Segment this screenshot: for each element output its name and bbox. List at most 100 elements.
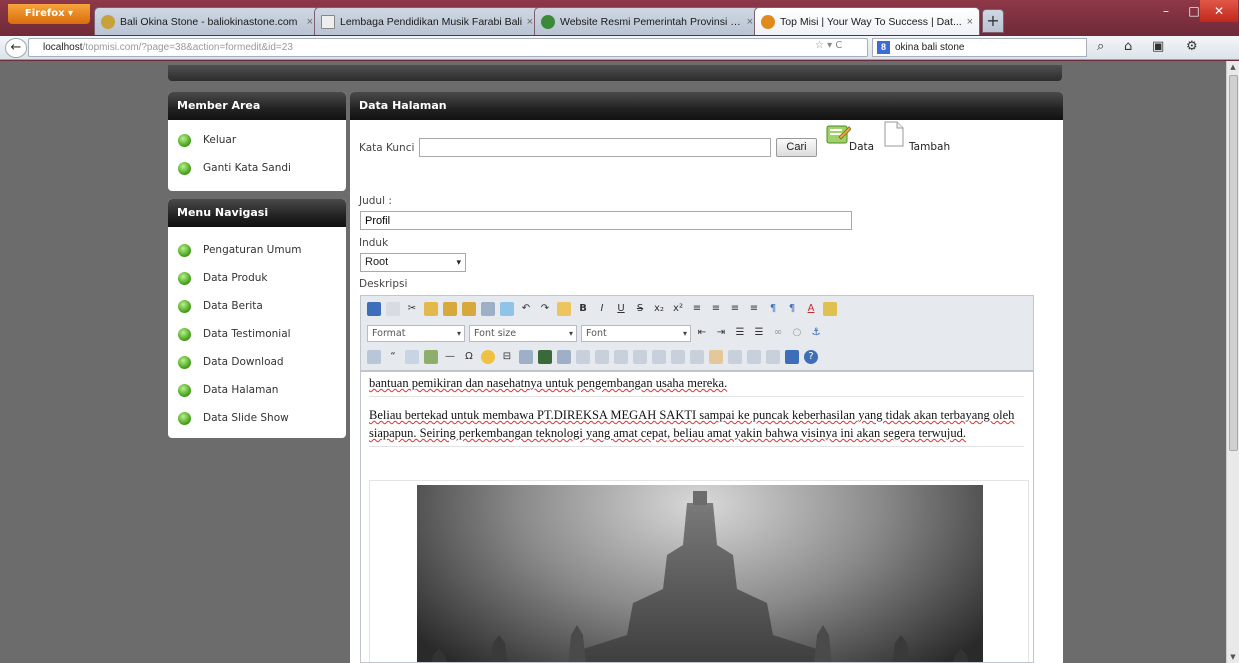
link-icon[interactable]: ∞ <box>771 326 785 340</box>
radio-icon[interactable] <box>576 350 590 364</box>
sidebar-item-data-download[interactable]: Data Download <box>178 348 346 376</box>
redo-icon[interactable]: ↷ <box>538 302 552 316</box>
copy-icon[interactable] <box>424 302 438 316</box>
blockquote-icon[interactable]: “ <box>386 350 400 364</box>
outdent-icon[interactable]: ⇤ <box>695 326 709 340</box>
align-center-icon[interactable]: ≡ <box>709 302 723 316</box>
search-engine-icon[interactable]: 8 <box>877 41 890 54</box>
flash-icon[interactable] <box>405 350 419 364</box>
browser-tab[interactable]: Website Resmi Pemerintah Provinsi B... × <box>534 7 760 35</box>
select-all-icon[interactable] <box>709 350 723 364</box>
source-icon[interactable] <box>785 350 799 364</box>
templates-icon[interactable] <box>747 350 761 364</box>
maximize-editor-icon[interactable] <box>766 350 780 364</box>
bookmarks-icon[interactable]: ▣ <box>1152 39 1164 54</box>
tambah-page-icon[interactable] <box>884 121 904 147</box>
sidebar-item-data-berita[interactable]: Data Berita <box>178 292 346 320</box>
font-size-select[interactable]: Font size <box>469 324 577 342</box>
back-arrow-icon[interactable]: ← <box>5 38 27 58</box>
textarea-icon[interactable] <box>614 350 628 364</box>
horizontal-rule-icon[interactable]: — <box>443 350 457 364</box>
select-field-icon[interactable] <box>633 350 647 364</box>
page-break-icon[interactable]: ⊟ <box>500 350 514 364</box>
scrollbar-thumb[interactable] <box>1229 75 1238 451</box>
spellcheck-icon[interactable] <box>500 302 514 316</box>
induk-select[interactable]: Root ▾ <box>360 253 466 272</box>
search-bar[interactable]: 8 okina bali stone <box>872 38 1087 57</box>
close-window-icon[interactable]: ✕ <box>1200 0 1238 22</box>
special-char-icon[interactable]: Ω <box>462 350 476 364</box>
cari-button[interactable]: Cari <box>776 138 817 157</box>
text-color-icon[interactable]: A <box>804 302 818 316</box>
data-link[interactable]: Data <box>849 141 874 153</box>
hidden-field-icon[interactable] <box>690 350 704 364</box>
data-list-icon[interactable] <box>825 123 852 147</box>
bulleted-list-icon[interactable]: ☰ <box>752 326 766 340</box>
rich-text-editor[interactable]: bantuan pemikiran dan nasehatnya untuk p… <box>360 371 1034 663</box>
sidebar-item-keluar[interactable]: Keluar <box>178 126 346 154</box>
bold-icon[interactable]: B <box>576 302 590 316</box>
search-icon[interactable]: ⌕ <box>1097 39 1104 54</box>
ltr-icon[interactable]: ¶ <box>766 302 780 316</box>
sidebar-item-data-testimonial[interactable]: Data Testimonial <box>178 320 346 348</box>
italic-icon[interactable]: I <box>595 302 609 316</box>
minimize-icon[interactable]: – <box>1152 0 1180 22</box>
home-icon[interactable]: ⌂ <box>1124 39 1132 54</box>
kata-kunci-input[interactable] <box>419 138 771 157</box>
borobudur-stupa-image[interactable] <box>417 485 983 662</box>
bg-color-icon[interactable] <box>823 302 837 316</box>
new-tab-button[interactable]: + <box>982 9 1004 33</box>
format-select[interactable]: Format <box>367 324 465 342</box>
font-select[interactable]: Font <box>581 324 691 342</box>
address-bar[interactable]: localhost/topmisi.com/?page=38&action=fo… <box>28 38 868 57</box>
subscript-icon[interactable]: x₂ <box>652 302 666 316</box>
undo-icon[interactable]: ↶ <box>519 302 533 316</box>
scroll-down-icon[interactable]: ▼ <box>1227 653 1239 661</box>
unlink-icon[interactable]: ○ <box>790 326 804 340</box>
find-icon[interactable] <box>557 302 571 316</box>
align-right-icon[interactable]: ≡ <box>728 302 742 316</box>
sidebar-item-data-produk[interactable]: Data Produk <box>178 264 346 292</box>
indent-icon[interactable]: ⇥ <box>714 326 728 340</box>
numbered-list-icon[interactable]: ☰ <box>733 326 747 340</box>
sidebar-item-pengaturan-umum[interactable]: Pengaturan Umum <box>178 236 346 264</box>
scroll-up-icon[interactable]: ▲ <box>1227 63 1239 71</box>
align-justify-icon[interactable]: ≡ <box>747 302 761 316</box>
page-scrollbar[interactable]: ▲ ▼ <box>1226 61 1239 663</box>
underline-icon[interactable]: U <box>614 302 628 316</box>
button-field-icon[interactable] <box>652 350 666 364</box>
cut-icon[interactable]: ✂ <box>405 302 419 316</box>
close-tab-icon[interactable]: × <box>527 16 533 28</box>
tambah-link[interactable]: Tambah <box>909 141 950 153</box>
rtl-icon[interactable]: ¶ <box>785 302 799 316</box>
browser-tab[interactable]: Lembaga Pendidikan Musik Farabi Bali × <box>314 7 540 35</box>
browser-tab[interactable]: Bali Okina Stone - baliokinastone.com × <box>94 7 320 35</box>
help-icon[interactable]: ? <box>804 350 818 364</box>
reload-icon[interactable]: ☆ ▾ C <box>815 40 842 51</box>
tools-icon[interactable]: ⚙ <box>1186 39 1198 54</box>
paste-word-icon[interactable] <box>481 302 495 316</box>
save-icon[interactable] <box>367 302 381 316</box>
firefox-menu-button[interactable]: Firefox ▾ <box>8 4 90 24</box>
new-page-icon[interactable] <box>386 302 400 316</box>
form-icon[interactable] <box>519 350 533 364</box>
close-tab-icon[interactable]: × <box>747 16 753 28</box>
image-button-icon[interactable] <box>671 350 685 364</box>
sidebar-item-ganti-kata-sandi[interactable]: Ganti Kata Sandi <box>178 154 346 182</box>
close-tab-icon[interactable]: × <box>307 16 313 28</box>
sidebar-item-data-halaman[interactable]: Data Halaman <box>178 376 346 404</box>
iframe-icon[interactable] <box>538 350 552 364</box>
remove-format-icon[interactable] <box>728 350 742 364</box>
judul-input[interactable] <box>360 211 852 230</box>
sidebar-item-data-slide-show[interactable]: Data Slide Show <box>178 404 346 432</box>
paste-icon[interactable] <box>443 302 457 316</box>
anchor-icon[interactable]: ⚓ <box>809 326 823 340</box>
textfield-icon[interactable] <box>595 350 609 364</box>
table-icon[interactable] <box>424 350 438 364</box>
superscript-icon[interactable]: x² <box>671 302 685 316</box>
paste-text-icon[interactable] <box>462 302 476 316</box>
close-tab-icon[interactable]: × <box>967 16 973 28</box>
editor-content[interactable]: bantuan pemikiran dan nasehatnya untuk p… <box>369 372 1024 447</box>
browser-tab-active[interactable]: Top Misi | Your Way To Success | Dat... … <box>754 7 980 35</box>
image-icon[interactable] <box>367 350 381 364</box>
